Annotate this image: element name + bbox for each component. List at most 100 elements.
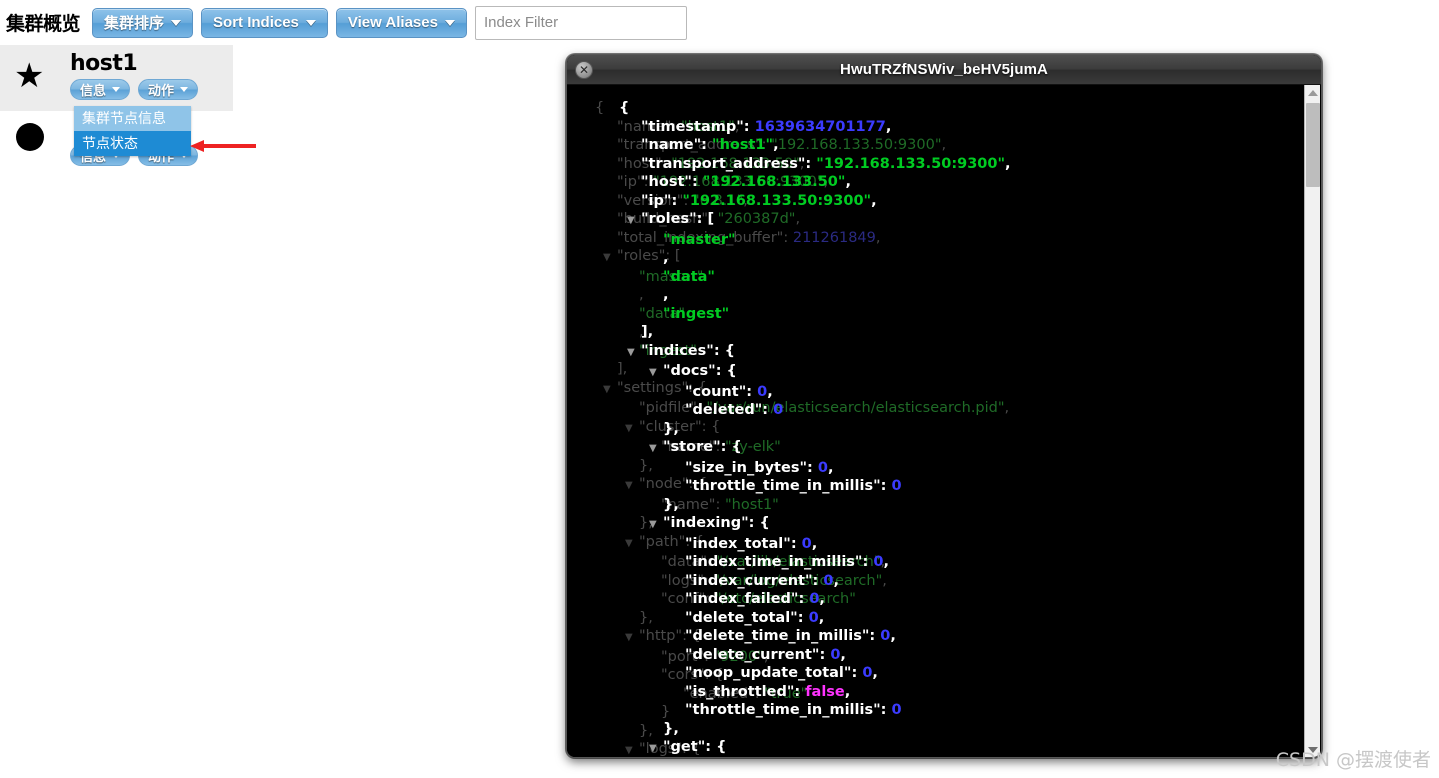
json-token: 0: [773, 402, 784, 418]
json-token: ,: [773, 137, 779, 153]
json-token: ,: [840, 646, 846, 663]
json-line: ▼ "get": {: [567, 738, 1289, 757]
json-line: ▼ "indices": {: [567, 342, 1289, 363]
chevron-down-icon: [112, 87, 121, 92]
dialog-title: HwuTRZfNSWiv_beHV5jumA: [840, 61, 1048, 78]
watermark: CSDN @摆渡使者: [1275, 749, 1431, 771]
json-token: "delete_time_in_millis": [685, 628, 870, 644]
json-token: false: [805, 683, 845, 700]
json-token: :: [807, 459, 818, 476]
json-token: "indices": [641, 342, 714, 359]
json-line: "is_throttled": false,: [567, 683, 1289, 702]
json-token: :: [798, 591, 810, 607]
json-token: 0: [880, 628, 891, 644]
json-content: {"timestamp": 1639634701177, "name": "hos…: [567, 85, 1289, 757]
json-token: :: [794, 683, 806, 700]
json-token: :: [869, 628, 881, 644]
json-token: "throttle_time_in_millis": [685, 702, 881, 718]
json-line: ,: [567, 249, 1289, 268]
json-token: "master": [663, 231, 736, 248]
json-token: 0: [891, 702, 902, 718]
json-line: "index_total": 0,: [567, 535, 1289, 554]
json-token: ,: [872, 665, 878, 681]
scrollbar-thumb[interactable]: [1306, 103, 1320, 187]
json-line: "index_failed": 0,: [567, 590, 1289, 609]
json-token: :: [880, 702, 892, 718]
json-line: "throttle_time_in_millis": 0: [567, 701, 1289, 720]
json-token: ,: [844, 683, 851, 700]
json-line: "delete_current": 0,: [567, 646, 1289, 665]
json-line: "name": "host1",: [567, 136, 1289, 155]
node-action-label: 动作: [148, 83, 175, 98]
info-dropdown-menu[interactable]: 集群节点信息 节点状态: [74, 106, 191, 156]
chevron-down-icon: [305, 19, 316, 26]
json-line: {: [567, 99, 1289, 118]
json-line: ],: [567, 323, 1289, 342]
json-token: ,: [767, 383, 773, 400]
index-filter-input[interactable]: [474, 5, 687, 40]
json-token: },: [663, 496, 679, 513]
twisty-collapse-icon[interactable]: ▼: [649, 440, 663, 459]
twisty-collapse-icon[interactable]: ▼: [649, 740, 663, 757]
json-token: "delete_total": [685, 609, 798, 626]
json-line: ▼ "store": {: [567, 438, 1289, 459]
json-token: ,: [890, 628, 896, 644]
node-action-button[interactable]: 动作: [138, 79, 199, 100]
json-token: "transport_address": [641, 155, 806, 172]
json-token: ,: [663, 287, 669, 303]
json-token: ,: [827, 459, 834, 476]
json-token: "host1": [712, 137, 774, 153]
json-line: "delete_time_in_millis": 0,: [567, 627, 1289, 646]
node-info-button[interactable]: 信息: [70, 79, 131, 100]
json-token: ],: [641, 324, 654, 340]
twisty-collapse-icon[interactable]: ▼: [627, 344, 641, 363]
json-token: :: [701, 137, 713, 153]
json-line: ,: [567, 286, 1289, 305]
json-token: :: [880, 478, 892, 494]
json-line: "host": "192.168.133.50",: [567, 173, 1289, 192]
twisty-collapse-icon[interactable]: ▼: [627, 212, 641, 231]
json-token: :: [671, 192, 683, 209]
json-line: "deleted": 0: [567, 401, 1289, 420]
menu-item-node-state[interactable]: 节点状态: [74, 131, 191, 156]
json-token: ,: [811, 535, 818, 552]
json-line: "timestamp": 1639634701177,: [567, 118, 1289, 137]
twisty-collapse-icon[interactable]: ▼: [649, 516, 663, 535]
json-token: ,: [885, 118, 892, 135]
json-token: "throttle_time_in_millis": [685, 478, 881, 494]
view-aliases-button[interactable]: View Aliases: [335, 7, 467, 38]
json-token: :: [691, 174, 703, 190]
json-line: "data": [567, 268, 1289, 287]
json-token: ,: [663, 250, 669, 266]
node-name-label: host1: [70, 51, 138, 76]
node-info-label: 信息: [80, 83, 107, 98]
json-token: :: [812, 572, 824, 589]
top-toolbar: 集群概览 集群排序 Sort Indices View Aliases: [0, 0, 1439, 45]
json-line: "ip": "192.168.133.50:9300",: [567, 192, 1289, 211]
json-token: ,: [833, 572, 839, 589]
json-line: },: [567, 496, 1289, 515]
json-token: 0: [817, 459, 828, 476]
json-line: "count": 0,: [567, 383, 1289, 402]
json-token: :: [762, 402, 774, 418]
json-token: "index_total": [685, 535, 791, 552]
json-token: "ip": [641, 192, 672, 209]
json-token: 0: [757, 383, 768, 400]
scroll-up-arrow-icon[interactable]: [1305, 85, 1321, 101]
json-line: ▼ "indexing": {: [567, 514, 1289, 535]
sort-indices-button[interactable]: Sort Indices: [201, 7, 328, 38]
json-token: : {: [715, 363, 737, 379]
json-token: :: [805, 155, 817, 172]
json-token: "indexing": [663, 515, 749, 531]
json-token: 0: [801, 535, 812, 552]
json-token: },: [663, 420, 679, 437]
menu-item-cluster-node-info[interactable]: 集群节点信息: [74, 106, 191, 131]
twisty-collapse-icon[interactable]: ▼: [649, 364, 663, 383]
json-token: "noop_update_total": [685, 665, 852, 681]
json-token: 0: [862, 665, 873, 681]
cluster-sort-button[interactable]: 集群排序: [92, 7, 194, 38]
vertical-scrollbar[interactable]: [1304, 85, 1321, 757]
json-token: "store": [663, 439, 721, 455]
view-aliases-label: View Aliases: [347, 14, 438, 31]
json-token: "192.168.133.50:9300": [682, 192, 872, 209]
